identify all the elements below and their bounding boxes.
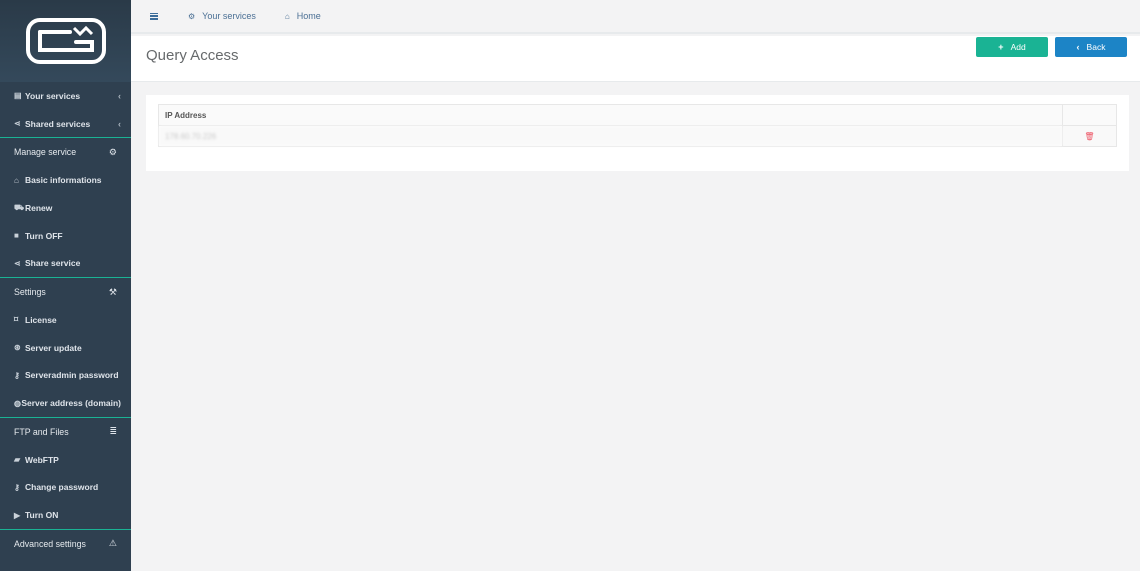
sidebar-item-change-password[interactable]: ⚷ Change password — [0, 474, 131, 502]
add-button-label: Add — [1010, 42, 1026, 52]
sidebar-section-label: FTP and Files — [14, 426, 69, 437]
sidebar-item-serveradmin-password[interactable]: ⚷ Serveradmin password — [0, 362, 131, 390]
folder-icon: ▰ — [14, 455, 21, 465]
share-icon: ⋖ — [14, 119, 21, 129]
sidebar-section-label: Advanced settings — [14, 538, 86, 549]
play-icon: ▶ — [14, 510, 21, 520]
sidebar-item-advanced-settings[interactable]: Advanced settings ⚠ — [0, 528, 131, 558]
add-button[interactable]: + Add — [976, 37, 1048, 57]
trash-icon[interactable]: 🗑 — [1084, 132, 1094, 141]
sidebar-item-settings[interactable]: Settings ⚒ — [0, 277, 131, 307]
sidebar-item-turn-off[interactable]: ■ Turn OFF — [0, 222, 131, 250]
wrench-icon: ⚒ — [108, 286, 117, 297]
ip-table-panel: IP Address 178.60.70.226 🗑 — [146, 95, 1129, 171]
home-icon: ⌂ — [14, 175, 19, 185]
back-button[interactable]: ‹ Back — [1055, 37, 1127, 57]
globe-icon: ◍ — [14, 398, 21, 408]
cart-icon: ⛟ — [14, 202, 25, 212]
key-icon: ⚷ — [14, 482, 20, 492]
topbar-home-link[interactable]: ⌂ Home — [285, 11, 321, 21]
top-navbar: ⚙ Your services ⌂ Home — [131, 0, 1140, 34]
ip-address-cell: 178.60.70.226 — [158, 125, 1063, 147]
sidebar-nav: ▤ Your services ‹ ⋖ Shared services ‹ Manage s… — [0, 82, 131, 558]
sidebar-item-label: Server update — [25, 342, 82, 353]
topbar-your-services-label: Your services — [202, 11, 256, 21]
key-icon: ⚷ — [14, 370, 20, 380]
share-icon: ⋖ — [14, 258, 21, 268]
sidebar-item-label: License — [25, 314, 57, 325]
sidebar-item-label: Serveradmin password — [25, 370, 119, 381]
sidebar-item-your-services[interactable]: ▤ Your services ‹ — [0, 82, 131, 110]
sidebar-section-label: Manage service — [14, 147, 77, 158]
table-body: 178.60.70.226 🗑 — [158, 125, 1117, 147]
stop-icon: ■ — [14, 231, 19, 241]
sidebar-item-label: Renew — [25, 202, 53, 213]
actions-column-header — [1062, 104, 1117, 126]
database-icon: ≣ — [109, 426, 117, 437]
sidebar-item-shared-services[interactable]: ⋖ Shared services ‹ — [0, 110, 131, 138]
sidebar-item-label: WebFTP — [25, 454, 59, 465]
sidebar-item-renew[interactable]: ⛟ Renew — [0, 194, 131, 222]
chevron-left-icon: ‹ — [1076, 42, 1080, 52]
page-heading: Query Access + Add ‹ Back — [131, 36, 1140, 82]
topbar-your-services-link[interactable]: ⚙ Your services — [188, 11, 256, 21]
bookmark-icon: ⌑ — [14, 315, 19, 325]
sidebar-item-ftp-and-files[interactable]: FTP and Files ≣ — [0, 416, 131, 446]
page-title: Query Access — [146, 47, 239, 64]
chevron-left-icon: ‹ — [118, 118, 121, 129]
sidebar-item-license[interactable]: ⌑ License — [0, 306, 131, 334]
sidebar-item-manage-service[interactable]: Manage service ⚙ — [0, 137, 131, 167]
ip-address-table: IP Address 178.60.70.226 🗑 — [158, 104, 1117, 147]
list-icon: ▤ — [14, 91, 22, 101]
sidebar-item-basic-informations[interactable]: ⌂ Basic informations — [0, 166, 131, 194]
sidebar-item-label: Share service — [25, 258, 81, 269]
sidebar-section-label: Settings — [14, 287, 46, 298]
sidebar-item-label: Server address (domain) — [21, 398, 121, 409]
ip-address-column-header: IP Address — [158, 104, 1063, 126]
sidebar-item-turn-on[interactable]: ▶ Turn ON — [0, 501, 131, 529]
chevron-left-icon: ‹ — [118, 90, 121, 101]
logo[interactable] — [0, 0, 131, 82]
home-icon: ⌂ — [284, 11, 290, 21]
sidebar-item-label: Turn OFF — [25, 230, 63, 241]
sidebar-item-webftp[interactable]: ▰ WebFTP — [0, 446, 131, 474]
sidebar-item-share-service[interactable]: ⋖ Share service — [0, 249, 131, 277]
sidebar: ▤ Your services ‹ ⋖ Shared services ‹ Manage s… — [0, 0, 131, 571]
back-button-label: Back — [1086, 42, 1106, 52]
table-row: 178.60.70.226 🗑 — [158, 125, 1117, 147]
cogs-icon: ⚙ — [108, 146, 117, 157]
menu-toggle-icon[interactable] — [150, 12, 158, 20]
topbar-home-label: Home — [296, 11, 321, 21]
sidebar-item-label: Shared services — [25, 118, 91, 129]
warning-icon: ⚠ — [108, 538, 117, 549]
plus-icon: + — [998, 42, 1004, 52]
sidebar-item-label: Your services — [25, 90, 81, 101]
table-header-row: IP Address — [158, 104, 1117, 126]
sidebar-item-server-update[interactable]: ⊛ Server update — [0, 334, 131, 362]
cogs-icon: ⚙ — [188, 11, 196, 21]
sidebar-item-server-address[interactable]: ◍ Server address (domain) — [0, 389, 131, 417]
actions-cell: 🗑 — [1062, 125, 1117, 147]
sidebar-item-label: Change password — [25, 482, 99, 493]
sidebar-item-label: Turn ON — [25, 510, 59, 521]
brand-logo-icon — [25, 18, 106, 64]
update-icon: ⊛ — [14, 343, 21, 353]
sidebar-item-label: Basic informations — [25, 175, 102, 186]
